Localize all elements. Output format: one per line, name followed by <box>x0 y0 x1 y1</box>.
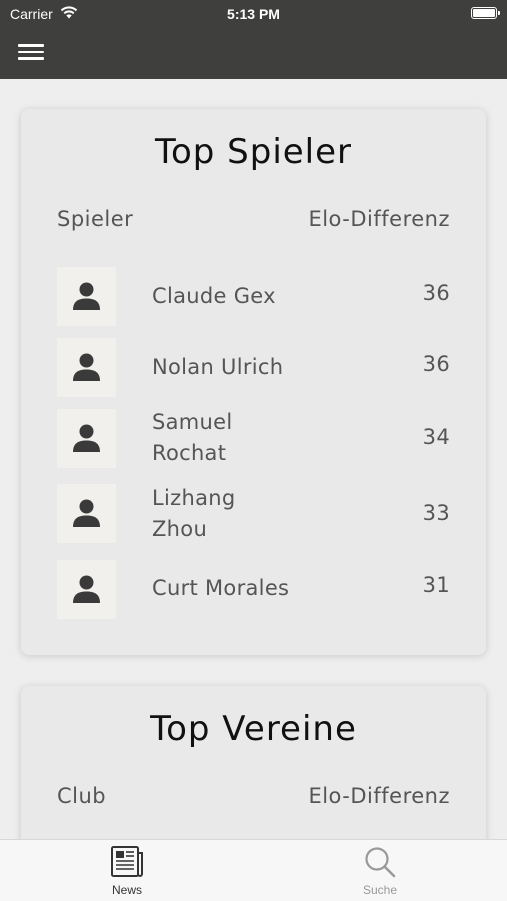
player-elo: 33 <box>422 501 450 525</box>
avatar <box>57 338 116 397</box>
player-row[interactable]: Samuel Rochat 34 <box>57 409 450 468</box>
status-bar: Carrier 5:13 PM <box>0 0 507 28</box>
person-icon <box>73 282 100 310</box>
tab-search[interactable]: Suche <box>310 840 450 901</box>
top-players-card: Top Spieler Spieler Elo-Differenz Claude… <box>21 109 486 655</box>
card-title: Top Spieler <box>154 132 353 172</box>
newspaper-icon <box>110 845 144 883</box>
tab-news[interactable]: News <box>57 840 197 901</box>
hamburger-menu-icon[interactable] <box>18 43 44 61</box>
column-header-club: Club <box>57 784 107 808</box>
app-header: Carrier 5:13 PM <box>0 0 507 79</box>
avatar <box>57 560 116 619</box>
player-elo: 36 <box>422 352 450 376</box>
player-row[interactable]: Curt Morales 31 <box>57 560 450 619</box>
player-name: Claude Gex <box>152 284 276 308</box>
person-icon <box>73 353 100 381</box>
column-header-player: Spieler <box>57 207 134 231</box>
avatar <box>57 484 116 543</box>
battery-icon <box>471 7 500 19</box>
clock: 5:13 PM <box>227 6 280 22</box>
player-row[interactable]: Nolan Ulrich 36 <box>57 338 450 397</box>
avatar <box>57 409 116 468</box>
column-header-elo: Elo-Differenz <box>308 784 450 808</box>
player-row[interactable]: Lizhang Zhou 33 <box>57 484 450 543</box>
person-icon <box>73 499 100 527</box>
tab-label: Suche <box>362 883 398 897</box>
player-name: Samuel Rochat <box>152 410 233 465</box>
player-name: Nolan Ulrich <box>152 355 284 379</box>
search-icon <box>363 845 397 883</box>
person-icon <box>73 424 100 452</box>
player-row[interactable]: Claude Gex 36 <box>57 267 450 326</box>
player-elo: 31 <box>422 573 450 597</box>
avatar <box>57 267 116 326</box>
tab-bar: News Suche <box>0 839 507 901</box>
card-title: Top Vereine <box>150 709 357 749</box>
tab-label: News <box>111 883 142 897</box>
player-elo: 34 <box>422 425 450 449</box>
person-icon <box>73 575 100 603</box>
player-name: Lizhang Zhou <box>152 486 236 541</box>
column-header-elo: Elo-Differenz <box>308 207 450 231</box>
player-elo: 36 <box>422 281 450 305</box>
player-name: Curt Morales <box>152 576 290 600</box>
